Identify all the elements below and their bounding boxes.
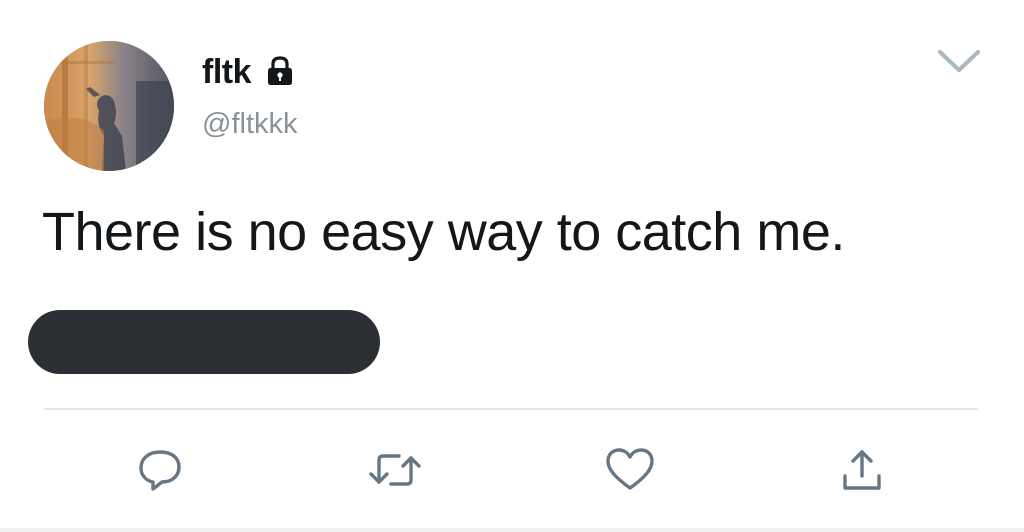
retweet-button[interactable] [365,440,425,500]
retweet-icon [369,454,421,486]
share-button[interactable] [832,440,892,500]
redaction-bar [28,310,380,374]
heart-icon [606,448,654,490]
display-name[interactable]: fltk [202,52,252,92]
avatar-image [44,41,174,171]
share-icon [843,450,881,490]
lock-icon [268,56,292,85]
bottom-border [0,528,1024,532]
divider [44,408,978,410]
tweet-card: fltk @fltkkk There is no easy way to cat… [0,0,1024,532]
user-handle[interactable]: @fltkkk [202,106,298,142]
chevron-down-icon[interactable] [934,42,984,78]
like-button[interactable] [600,440,660,500]
reply-icon [139,450,181,491]
avatar[interactable] [44,41,174,171]
reply-button[interactable] [130,440,190,500]
tweet-text: There is no easy way to catch me. [42,202,845,262]
